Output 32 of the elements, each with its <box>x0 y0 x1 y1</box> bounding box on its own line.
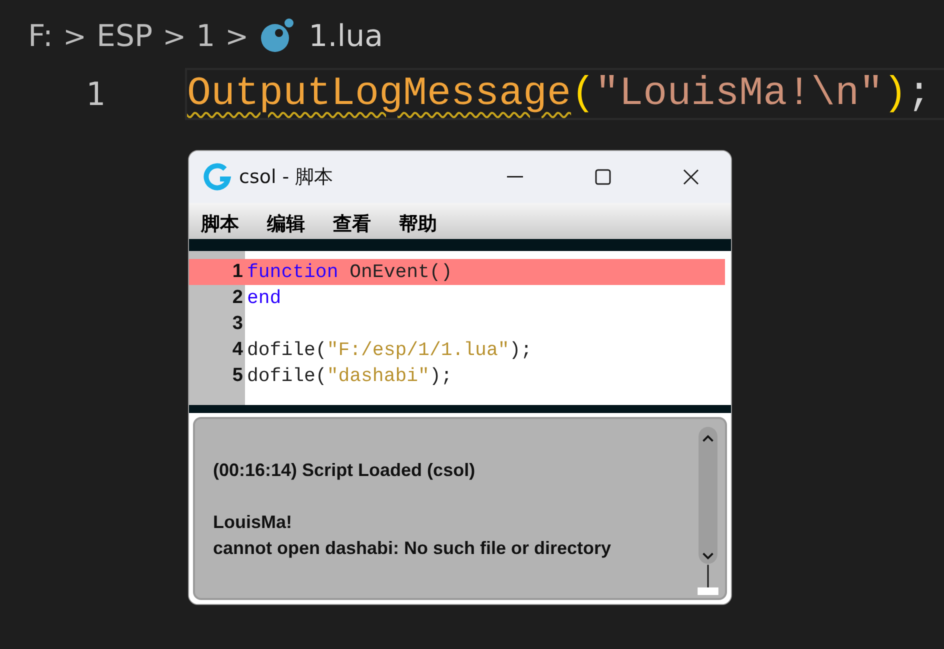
breadcrumb-separator: > <box>63 20 87 52</box>
menu-item[interactable]: 编辑 <box>267 211 305 237</box>
line-number: 1 <box>84 75 106 113</box>
line-number: 4 <box>231 338 244 362</box>
breadcrumb-item[interactable]: 1 <box>196 18 216 54</box>
breadcrumb-separator: > <box>225 20 249 52</box>
code-line: end <box>246 286 282 311</box>
line-number: 1 <box>189 259 245 285</box>
lua-file-icon <box>258 18 295 54</box>
breadcrumb-separator: > <box>162 20 186 52</box>
line-number: 2 <box>231 286 244 310</box>
code-line: OutputLogMessage("LouisMa!\n"); <box>185 68 944 120</box>
minimize-icon <box>507 176 523 178</box>
maximize-icon <box>595 169 611 185</box>
splitter-bar[interactable] <box>189 405 731 413</box>
log-line: (00:16:14) Script Loaded (csol) <box>213 459 476 482</box>
line-number: 5 <box>231 364 244 388</box>
breadcrumb-file[interactable]: 1.lua <box>308 18 383 54</box>
breadcrumb-item[interactable]: F: <box>28 18 54 54</box>
splitter-bar[interactable] <box>189 239 731 251</box>
line-number: 3 <box>231 312 244 336</box>
menu-item[interactable]: 查看 <box>333 211 371 237</box>
code-line: dofile("F:/esp/1/1.lua"); <box>246 338 534 363</box>
breadcrumb-item[interactable]: ESP <box>96 18 153 54</box>
window-title: csol - 脚本 <box>239 165 334 190</box>
log-line: cannot open dashabi: No such file or directory <box>213 537 612 560</box>
close-icon <box>683 169 699 185</box>
logo-icon <box>203 163 231 191</box>
menu-item[interactable]: 帮助 <box>399 211 437 237</box>
log-line: LouisMa! <box>213 511 293 534</box>
menu-item[interactable]: 脚本 <box>201 211 239 237</box>
code-line: dofile("dashabi"); <box>246 364 454 389</box>
